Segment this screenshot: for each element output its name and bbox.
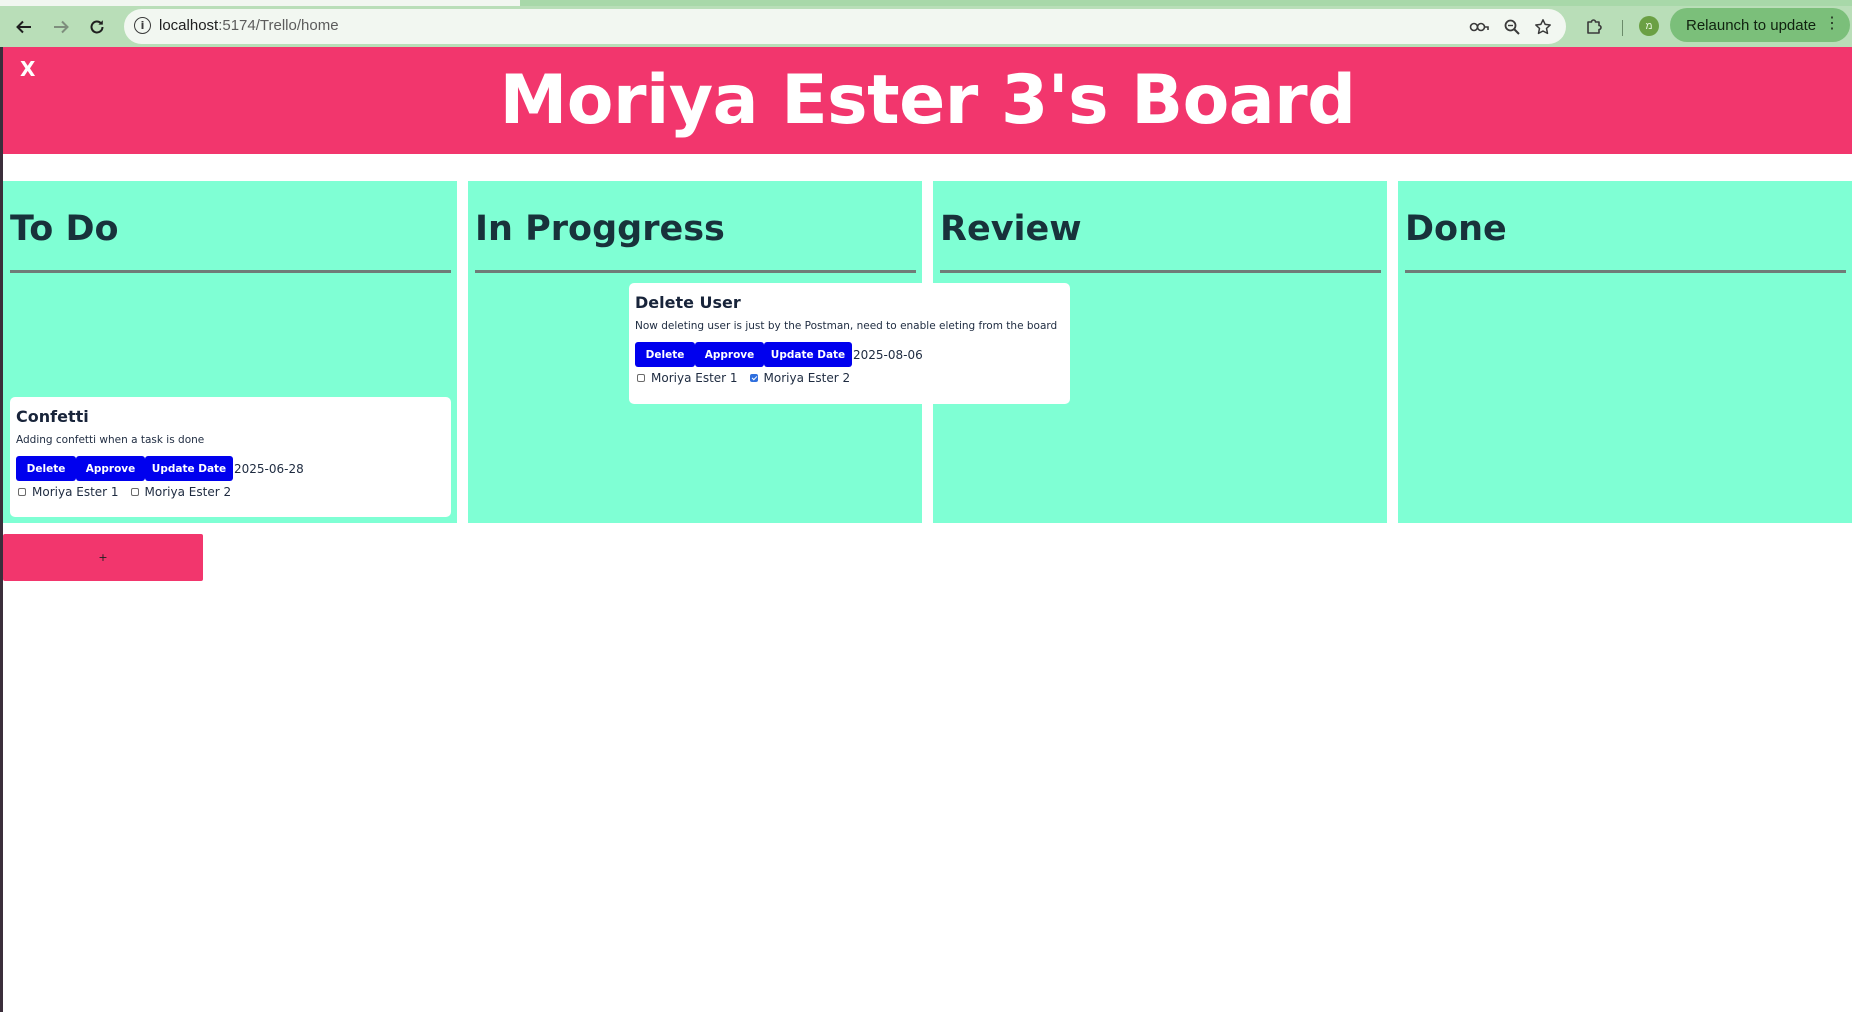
assignee-label: Moriya Ester 2	[144, 485, 232, 499]
column-done[interactable]: Done	[1398, 181, 1852, 523]
address-bar[interactable]: i localhost:5174/Trello/home	[124, 9, 1566, 44]
profile-avatar[interactable]: מ	[1639, 16, 1659, 36]
column-divider	[10, 270, 451, 273]
relaunch-label: Relaunch to update	[1686, 16, 1817, 34]
task-title: Confetti	[16, 407, 89, 426]
star-icon[interactable]	[1532, 16, 1554, 38]
task-card-confetti[interactable]: Confetti Adding confetti when a task is …	[10, 397, 451, 517]
approve-button[interactable]: Approve	[76, 456, 145, 481]
column-divider	[940, 270, 1381, 273]
update-date-button[interactable]: Update Date	[764, 342, 852, 367]
assignee-checkbox[interactable]	[18, 488, 26, 496]
task-description: Now deleting user is just by the Postman…	[635, 320, 1058, 332]
task-actions: Delete Approve Update Date 2025-08-06	[635, 342, 923, 367]
assignee-label: Moriya Ester 2	[763, 371, 851, 385]
task-actions: Delete Approve Update Date 2025-06-28	[16, 456, 304, 481]
url-text[interactable]: localhost:5174/Trello/home	[159, 17, 339, 34]
board-title: Moriya Ester 3's Board	[499, 61, 1356, 140]
column-title: Review	[940, 209, 1082, 249]
task-date: 2025-06-28	[234, 461, 304, 476]
kebab-menu-icon[interactable]: ⋮	[1824, 15, 1840, 33]
approve-button[interactable]: Approve	[695, 342, 764, 367]
task-card-delete-user[interactable]: Delete User Now deleting user is just by…	[629, 283, 1070, 404]
assignee-list: Moriya Ester 1 Moriya Ester 2	[16, 485, 241, 499]
column-title: To Do	[10, 209, 119, 249]
browser-toolbar: i localhost:5174/Trello/home מ Relaunch …	[0, 6, 1852, 47]
task-description: Adding confetti when a task is done	[16, 434, 205, 446]
task-date: 2025-08-06	[853, 347, 923, 362]
add-task-button[interactable]: +	[3, 534, 203, 581]
board-header: X Moriya Ester 3's Board	[3, 47, 1852, 154]
task-title: Delete User	[635, 293, 741, 312]
key-icon[interactable]	[1468, 16, 1490, 38]
column-to-do[interactable]: To Do Confetti Adding confetti when a ta…	[3, 181, 457, 523]
column-title: Done	[1405, 209, 1507, 249]
toolbar-separator	[1622, 20, 1623, 36]
assignee-label: Moriya Ester 1	[651, 371, 738, 385]
assignee-checkbox[interactable]	[130, 488, 139, 496]
delete-button[interactable]: Delete	[16, 456, 76, 481]
assignee-list: Moriya Ester 1 Moriya Ester 2	[635, 371, 860, 385]
assignee-label: Moriya Ester 1	[32, 485, 119, 499]
column-title: In Proggress	[475, 209, 725, 249]
relaunch-button[interactable]: Relaunch to update ⋮	[1670, 8, 1850, 42]
column-divider	[475, 270, 916, 273]
assignee-checkbox[interactable]	[637, 374, 645, 382]
delete-button[interactable]: Delete	[635, 342, 695, 367]
zoom-icon[interactable]	[1501, 16, 1523, 38]
puzzle-icon[interactable]	[1582, 14, 1606, 38]
reload-icon[interactable]	[84, 14, 110, 40]
info-icon[interactable]: i	[134, 17, 151, 34]
back-arrow-icon[interactable]	[11, 14, 37, 40]
page-viewport: X Moriya Ester 3's Board To Do Confetti …	[0, 47, 1852, 1012]
update-date-button[interactable]: Update Date	[145, 456, 233, 481]
assignee-checkbox-checked[interactable]	[749, 374, 758, 382]
column-divider	[1405, 270, 1846, 273]
forward-arrow-icon[interactable]	[48, 14, 74, 40]
